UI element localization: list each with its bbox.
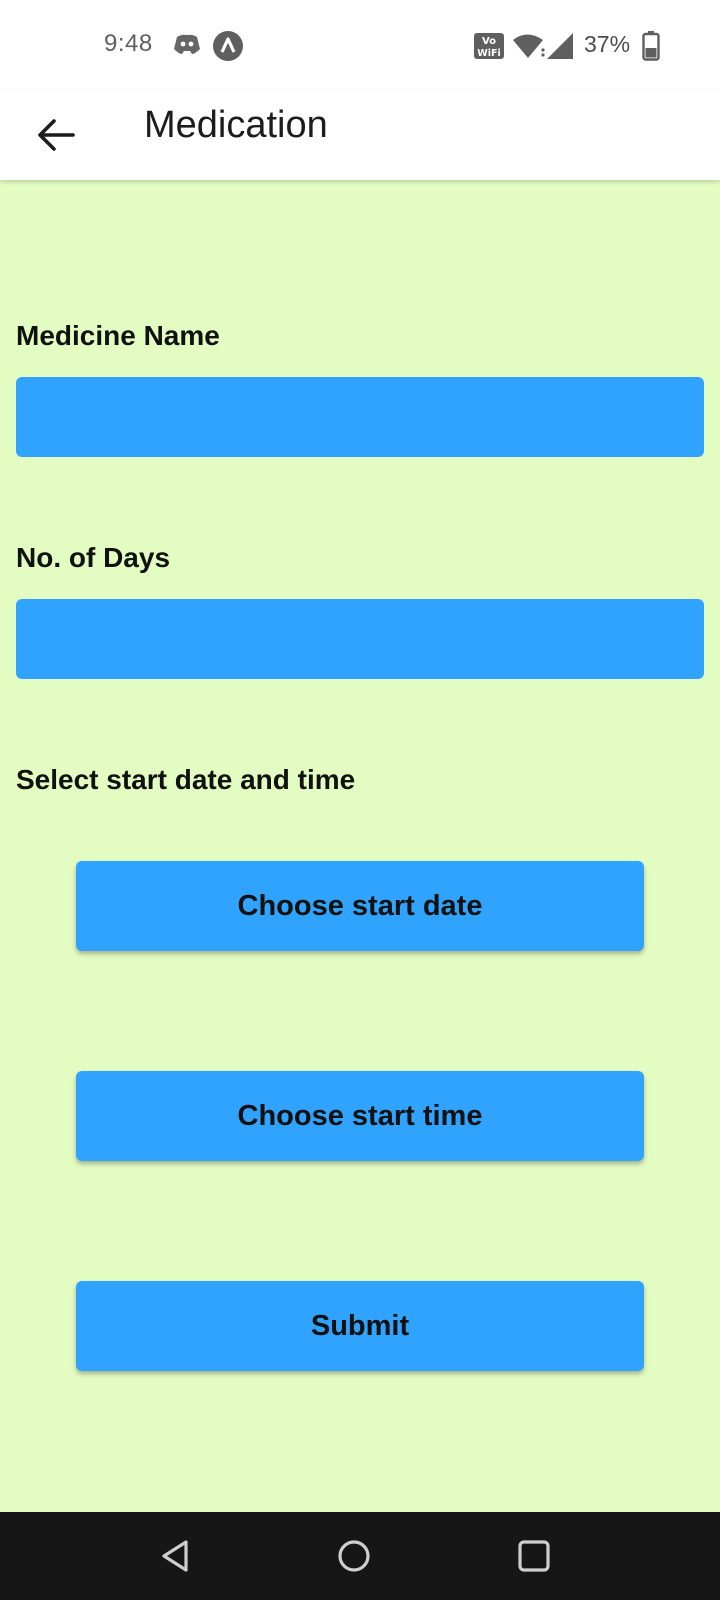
status-time: 9:48	[104, 30, 153, 57]
vowifi-icon: Vo WiFi	[474, 33, 504, 59]
back-triangle-icon	[162, 1540, 188, 1572]
schedule-label: Select start date and time	[16, 764, 356, 795]
wifi-icon	[513, 34, 545, 58]
recents-square-icon	[518, 1540, 550, 1572]
svg-text:Vo: Vo	[482, 36, 496, 47]
app-bar: Medication	[0, 90, 720, 180]
submit-button[interactable]: Submit	[76, 1281, 644, 1371]
signal-icon	[547, 33, 573, 59]
nav-back-button[interactable]	[150, 1530, 202, 1582]
page-title: Medication	[144, 104, 328, 146]
medicine-name-label: Medicine Name	[16, 320, 220, 351]
medication-form: Medicine Name No. of Days Select start d…	[0, 180, 720, 1512]
back-button[interactable]	[30, 112, 82, 158]
battery-percentage: 37%	[584, 31, 631, 57]
days-label: No. of Days	[16, 542, 171, 573]
status-bar: 9:48 Vo WiFi 37%	[0, 0, 720, 90]
svg-text:WiFi: WiFi	[477, 48, 500, 59]
nav-home-button[interactable]	[328, 1530, 380, 1582]
app-a-icon	[213, 31, 243, 61]
system-nav-bar	[0, 1512, 720, 1600]
medicine-name-input[interactable]	[16, 377, 704, 457]
arrow-left-icon	[38, 119, 75, 151]
battery-icon	[642, 31, 660, 61]
choose-start-time-button[interactable]: Choose start time	[76, 1071, 644, 1161]
discord-icon	[174, 34, 200, 54]
nav-recents-button[interactable]	[508, 1530, 560, 1582]
home-circle-icon	[338, 1540, 370, 1572]
days-input[interactable]	[16, 599, 704, 679]
choose-start-date-button[interactable]: Choose start date	[76, 861, 644, 951]
